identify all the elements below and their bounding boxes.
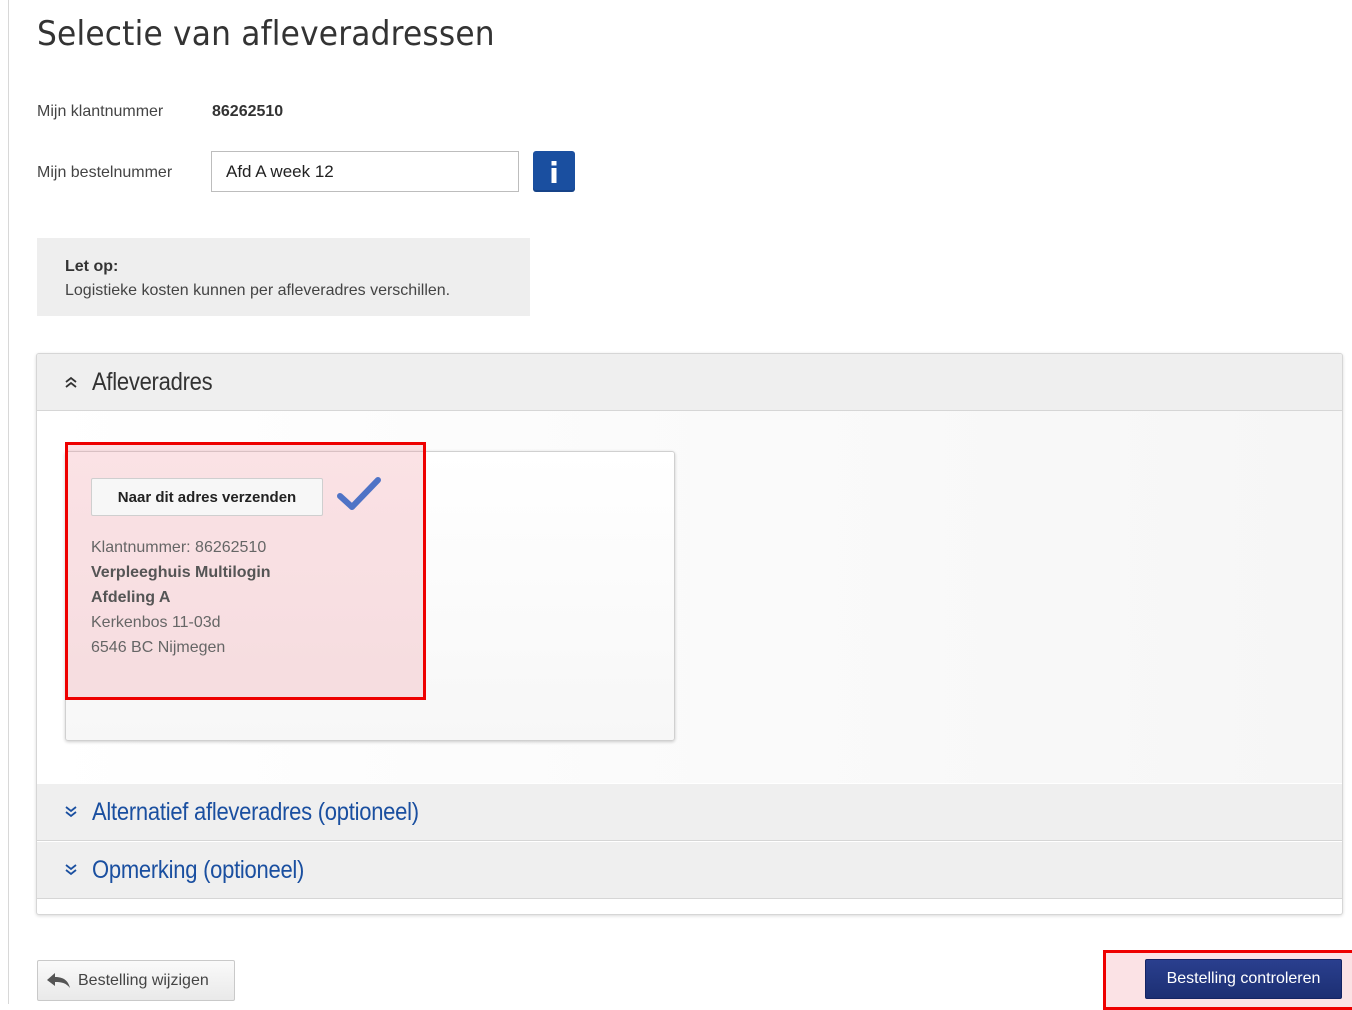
ship-to-address-button[interactable]: Naar dit adres verzenden <box>91 478 323 516</box>
notice-box: Let op: Logistieke kosten kunnen per afl… <box>37 238 530 316</box>
address-name: Verpleeghuis Multilogin <box>91 564 271 581</box>
accordion-title-alternative: Alternatief afleveradres (optioneel) <box>92 797 419 826</box>
chevron-double-down-icon <box>65 864 77 876</box>
accordion-header-alternative[interactable]: Alternatief afleveradres (optioneel) <box>37 784 1342 841</box>
page-title: Selectie van afleveradressen <box>37 14 495 54</box>
checkmark-icon <box>337 477 381 510</box>
chevron-double-down-icon <box>65 806 77 818</box>
delivery-panel: Afleveradres Naar dit adres verzenden Kl… <box>36 353 1343 915</box>
address-customer-number: Klantnummer: 86262510 <box>91 539 267 556</box>
change-order-button[interactable]: Bestelling wijzigen <box>37 960 235 1001</box>
notice-text: Logistieke kosten kunnen per afleveradre… <box>65 282 451 299</box>
left-border <box>8 0 9 1004</box>
customer-number-label: Mijn klantnummer <box>37 103 164 120</box>
accordion-header-delivery[interactable]: Afleveradres <box>37 354 1342 411</box>
order-number-label: Mijn bestelnummer <box>37 164 173 181</box>
chevron-double-up-icon <box>65 376 77 388</box>
info-icon <box>551 160 557 183</box>
order-number-input[interactable] <box>211 151 519 192</box>
accordion-title-remark: Opmerking (optioneel) <box>92 855 305 884</box>
change-order-label: Bestelling wijzigen <box>78 971 209 989</box>
address-street: Kerkenbos 11-03d <box>91 614 221 631</box>
notice-heading: Let op: <box>65 258 119 275</box>
accordion-header-remark[interactable]: Opmerking (optioneel) <box>37 842 1342 899</box>
customer-number-value: 86262510 <box>212 103 284 120</box>
address-department: Afdeling A <box>91 589 171 606</box>
address-city: 6546 BC Nijmegen <box>91 639 226 656</box>
accordion-body-delivery: Naar dit adres verzenden Klantnummer: 86… <box>37 411 1342 783</box>
accordion-title-delivery: Afleveradres <box>92 367 213 396</box>
address-details: Klantnummer: 86262510 Verpleeghuis Multi… <box>91 535 271 660</box>
back-arrow-icon <box>47 972 70 988</box>
address-card[interactable]: Naar dit adres verzenden Klantnummer: 86… <box>65 442 675 741</box>
check-order-button[interactable]: Bestelling controleren <box>1145 959 1342 999</box>
info-button[interactable] <box>533 151 575 192</box>
